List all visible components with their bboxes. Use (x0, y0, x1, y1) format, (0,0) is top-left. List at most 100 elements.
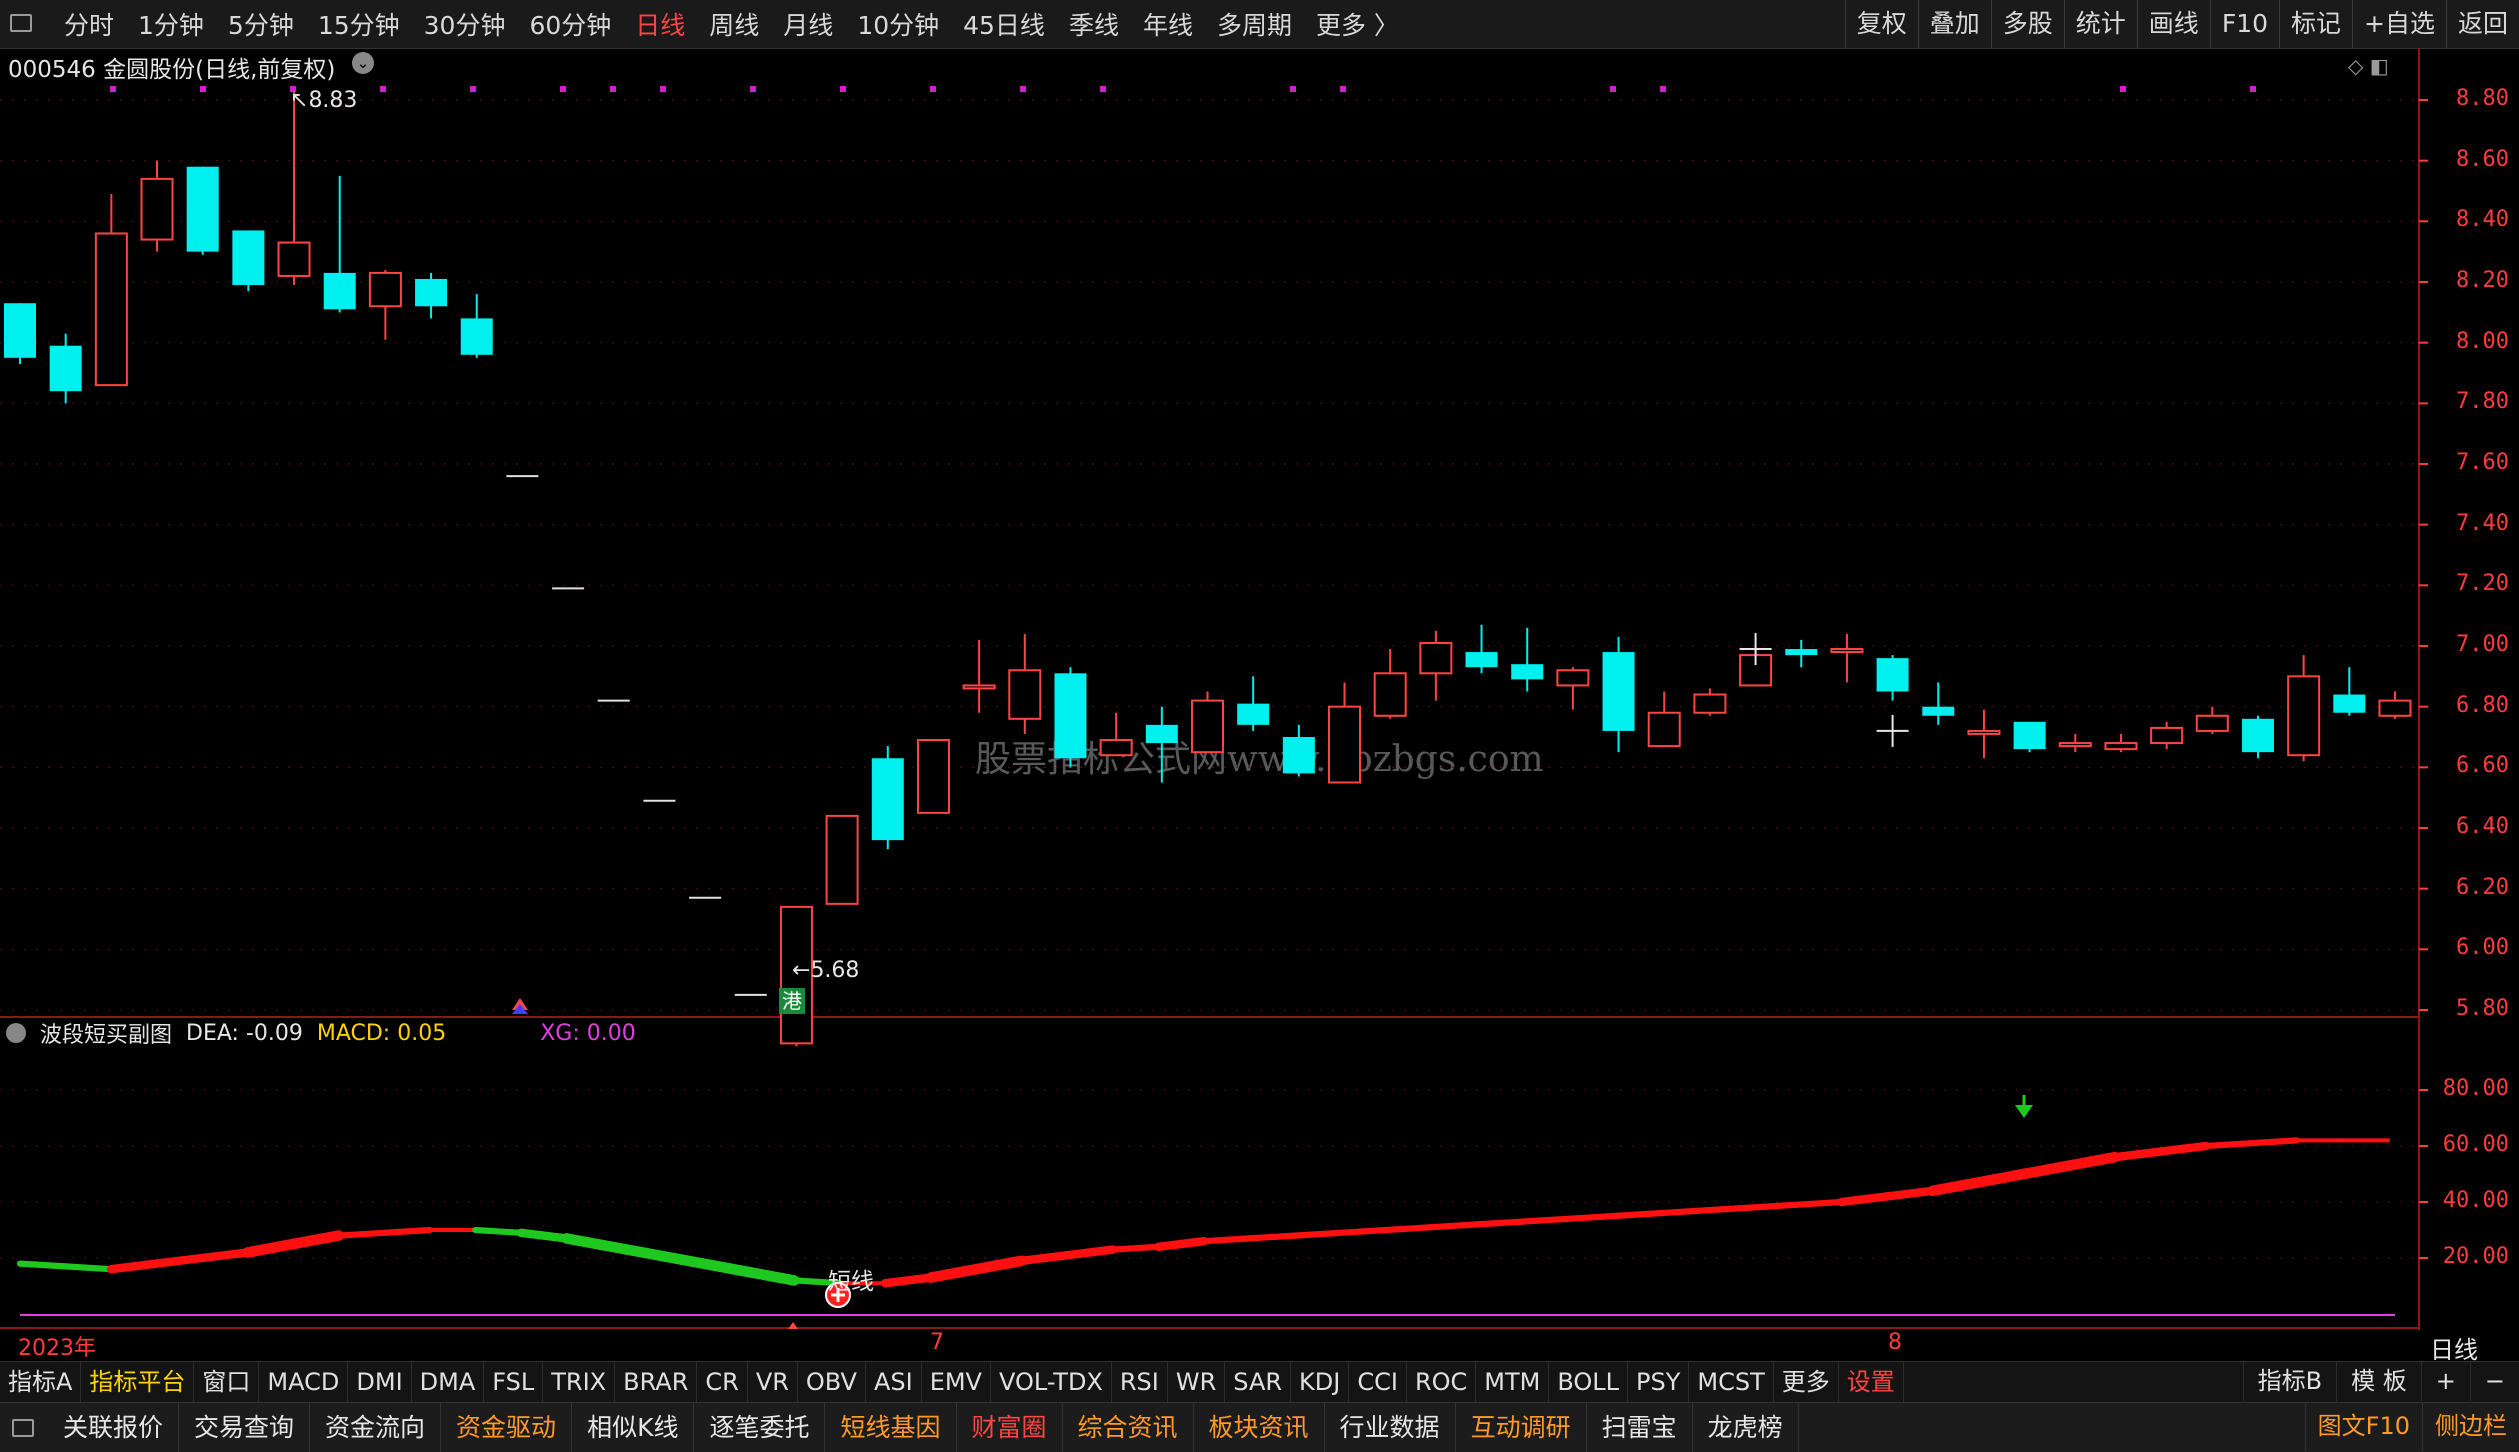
macd-curve-segment (1519, 1215, 1572, 1225)
candle-body (415, 278, 448, 307)
indicator-tab[interactable]: 指标平台 (81, 1362, 195, 1402)
indicator-tab[interactable]: 窗口 (194, 1362, 260, 1402)
indicator-tab[interactable]: 设置 (1839, 1362, 1904, 1402)
function-button[interactable]: 财富圈 (957, 1403, 1063, 1452)
macd-curve-segment (697, 1258, 754, 1278)
signal-dot (1020, 86, 1026, 92)
indicator-tab-right[interactable]: + (2420, 1361, 2470, 1401)
candle (2195, 706, 2229, 734)
indicator-tab[interactable]: FSL (484, 1362, 544, 1402)
price-tick: 8.00 (2456, 328, 2509, 354)
indicator-tab[interactable]: WR (1168, 1362, 1226, 1402)
macd-curve-segment (106, 1259, 161, 1274)
function-button[interactable]: 综合资讯 (1063, 1403, 1194, 1452)
candle-body (368, 271, 402, 308)
candle-body (2333, 694, 2366, 713)
candle-body (916, 739, 950, 814)
hk-connect-badge[interactable]: 港 (779, 988, 805, 1014)
candle-body (460, 318, 493, 355)
macd-curve-segment (1337, 1226, 1390, 1236)
indicator-tab[interactable]: ROC (1407, 1362, 1477, 1402)
indicator-tab[interactable]: TRIX (543, 1362, 616, 1402)
indicator-tab[interactable]: PSY (1628, 1362, 1690, 1402)
signal-dot (1340, 86, 1346, 92)
function-button[interactable]: 关联报价 (48, 1403, 180, 1452)
price-tick: 7.80 (2456, 389, 2509, 415)
candle (962, 639, 996, 713)
indicator-tab[interactable]: BOLL (1549, 1362, 1629, 1402)
candle-body (1967, 729, 2001, 735)
signal-dot (560, 86, 566, 92)
indicator-tab[interactable]: DMI (348, 1362, 412, 1402)
price-tick: 6.20 (2456, 874, 2509, 900)
function-button-right[interactable]: 图文F10 (2304, 1402, 2422, 1451)
indicator-tab[interactable]: DMA (412, 1362, 485, 1402)
macd-curve-segment (2202, 1140, 2255, 1150)
signal-dot (470, 86, 476, 92)
indicator-tab[interactable]: MACD (259, 1362, 349, 1402)
signal-dot (840, 86, 846, 92)
macd-curve-segment (1109, 1243, 1162, 1253)
indicator-tab[interactable]: OBV (798, 1362, 866, 1402)
candle (2013, 721, 2046, 753)
macd-curve-segment (561, 1233, 618, 1253)
sell-arrow-icon (2015, 1105, 2033, 1118)
price-tick: 7.20 (2456, 571, 2509, 597)
function-button[interactable]: 相似K线 (572, 1403, 695, 1452)
macd-curve-segment (2248, 1137, 2301, 1147)
signal-dot (2250, 86, 2256, 92)
chevron-down-icon[interactable] (6, 1023, 26, 1043)
candle-body (1602, 652, 1635, 731)
macd-curve-segment (516, 1228, 571, 1243)
candle (1647, 691, 1681, 748)
indicator-tick: 60.00 (2442, 1132, 2509, 1157)
function-button[interactable]: 交易查询 (179, 1403, 311, 1452)
window-menu-icon[interactable] (12, 1418, 34, 1437)
function-button[interactable]: 资金流向 (310, 1403, 442, 1452)
macd-curve-segment (287, 1230, 345, 1250)
indicator-tab[interactable]: SAR (1225, 1362, 1292, 1402)
function-button[interactable]: 龙虎榜 (1693, 1403, 1799, 1452)
macd-curve-segment (743, 1266, 800, 1286)
function-button[interactable]: 行业数据 (1325, 1403, 1456, 1452)
function-button[interactable]: 互动调研 (1456, 1403, 1587, 1452)
macd-curve-segment (1837, 1192, 1892, 1207)
indicator-tab[interactable]: CCI (1349, 1362, 1407, 1402)
candle-body (1145, 724, 1178, 744)
indicator-tab[interactable]: RSI (1112, 1362, 1168, 1402)
indicator-tab[interactable]: 指标A (0, 1362, 82, 1402)
candle (1008, 633, 1042, 734)
indicator-tab[interactable]: MTM (1476, 1362, 1550, 1402)
candle-body (323, 272, 356, 310)
function-button[interactable]: 资金驱动 (441, 1403, 573, 1452)
macd-curve-segment (1383, 1224, 1435, 1234)
indicator-tab[interactable]: BRAR (615, 1362, 698, 1402)
function-button[interactable]: 逐笔委托 (694, 1403, 826, 1452)
candle (2378, 691, 2412, 719)
signal-dot (610, 86, 616, 92)
kline-chart[interactable] (0, 0, 2519, 1360)
indicator-tab[interactable]: ASI (866, 1362, 922, 1402)
indicator-tab[interactable]: CR (697, 1362, 748, 1402)
low-price-value: 5.68 (810, 958, 860, 983)
function-button-right[interactable]: 侧边栏 (2422, 1402, 2519, 1451)
indicator-tab[interactable]: 更多 (1774, 1362, 1839, 1402)
indicator-tab[interactable]: EMV (922, 1362, 991, 1402)
function-bar-right: 图文F10 侧边栏 (2304, 1402, 2519, 1451)
indicator-name: 波段短买副图 (40, 1023, 173, 1048)
price-tick: 8.20 (2456, 268, 2509, 293)
indicator-tab[interactable]: VOL-TDX (991, 1362, 1112, 1402)
indicator-tab-right[interactable]: 指标B (2242, 1361, 2336, 1401)
macd-value: MACD: 0.05 (316, 1020, 447, 1046)
indicator-tab[interactable]: KDJ (1291, 1362, 1350, 1402)
function-button[interactable]: 板块资讯 (1194, 1403, 1325, 1452)
indicator-tab[interactable]: MCST (1689, 1362, 1774, 1402)
macd-curve-segment (472, 1226, 525, 1236)
indicator-tab[interactable]: VR (748, 1362, 798, 1402)
candle (1556, 667, 1590, 710)
indicator-tab-right[interactable]: − (2469, 1361, 2519, 1401)
function-button[interactable]: 短线基因 (825, 1403, 957, 1452)
candle (1511, 627, 1544, 692)
indicator-tab-right[interactable]: 模 板 (2336, 1361, 2421, 1401)
function-button[interactable]: 扫雷宝 (1587, 1403, 1693, 1452)
